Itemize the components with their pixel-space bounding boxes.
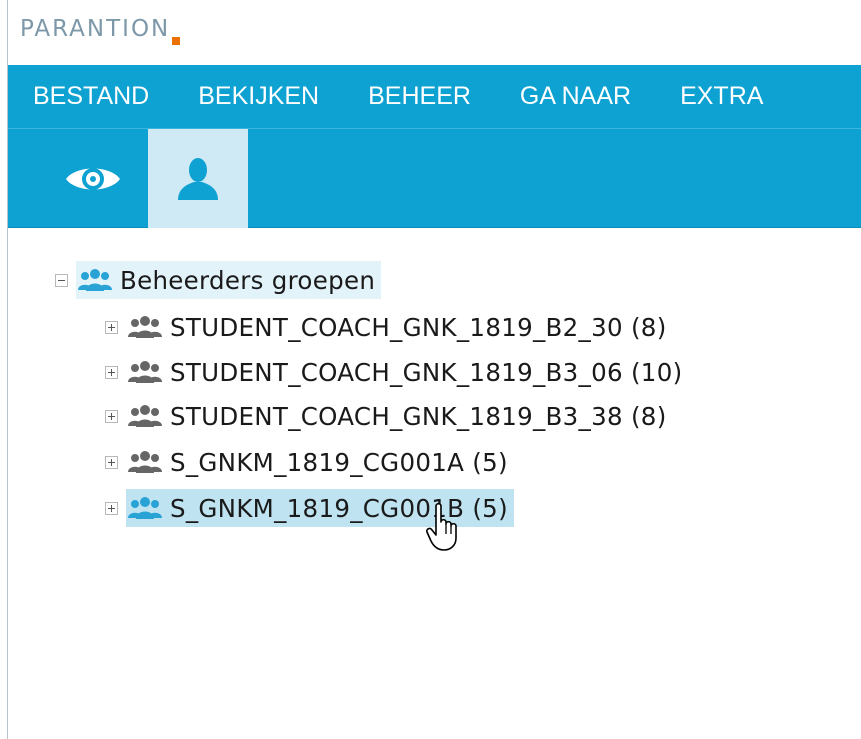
menu-item-bestand[interactable]: BESTAND xyxy=(33,82,149,111)
tree-node-label: STUDENT_COACH_GNK_1819_B2_30 (8) xyxy=(170,312,667,342)
group-icon xyxy=(128,497,162,519)
logo-text: PARANTION xyxy=(20,16,171,42)
tree-node-label-wrap[interactable]: S_GNKM_1819_CG001A (5) xyxy=(126,443,514,481)
menu-item-bekijken[interactable]: BEKIJKEN xyxy=(198,82,319,111)
tree-view: Beheerders groepen STUDENT_COACH_GNK_181… xyxy=(8,228,861,739)
menu-item-beheer[interactable]: BEHEER xyxy=(368,82,471,111)
tree-node[interactable]: S_GNKM_1819_CG001A (5) xyxy=(105,443,514,481)
expand-toggle[interactable] xyxy=(105,320,118,334)
group-icon xyxy=(78,269,112,291)
group-icon xyxy=(128,316,162,338)
tree-node-label: S_GNKM_1819_CG001A (5) xyxy=(170,447,508,477)
group-icon xyxy=(128,405,162,427)
toolbar xyxy=(8,129,861,228)
expand-toggle[interactable] xyxy=(105,501,118,515)
user-icon xyxy=(178,157,218,200)
hand-cursor-icon xyxy=(426,502,457,551)
logo-bar: PARANTION xyxy=(8,0,861,65)
tree-root-node[interactable]: Beheerders groepen xyxy=(55,261,382,299)
expand-toggle[interactable] xyxy=(105,409,118,423)
tree-node-label: STUDENT_COACH_GNK_1819_B3_06 (10) xyxy=(170,357,683,387)
tree-node-label: STUDENT_COACH_GNK_1819_B3_38 (8) xyxy=(170,401,667,431)
app-window: PARANTION BESTAND BEKIJKEN BEHEER GA NAA… xyxy=(7,0,861,739)
tree-node[interactable]: STUDENT_COACH_GNK_1819_B3_38 (8) xyxy=(105,397,673,435)
tree-node[interactable]: STUDENT_COACH_GNK_1819_B2_30 (8) xyxy=(105,308,673,346)
group-icon xyxy=(128,451,162,473)
logo: PARANTION xyxy=(20,16,170,42)
expand-toggle[interactable] xyxy=(105,365,118,379)
tree-node-label-wrap[interactable]: STUDENT_COACH_GNK_1819_B3_06 (10) xyxy=(126,353,688,391)
tree-node-label-wrap[interactable]: STUDENT_COACH_GNK_1819_B3_38 (8) xyxy=(126,397,673,435)
menu-item-ga-naar[interactable]: GA NAAR xyxy=(520,82,631,111)
tree-node-label-wrap[interactable]: STUDENT_COACH_GNK_1819_B2_30 (8) xyxy=(126,308,673,346)
logo-accent-dot xyxy=(172,37,180,45)
collapse-toggle[interactable] xyxy=(55,273,68,287)
tree-root-label: Beheerders groepen xyxy=(120,265,376,295)
group-icon xyxy=(128,361,162,383)
view-button[interactable] xyxy=(38,129,148,228)
user-button[interactable] xyxy=(148,129,248,228)
menu-item-extra[interactable]: EXTRA xyxy=(680,82,763,111)
expand-toggle[interactable] xyxy=(105,455,118,469)
tree-node[interactable]: STUDENT_COACH_GNK_1819_B3_06 (10) xyxy=(105,353,688,391)
tree-root-label-wrap[interactable]: Beheerders groepen xyxy=(76,261,382,299)
menu-bar: BESTAND BEKIJKEN BEHEER GA NAAR EXTRA xyxy=(8,65,861,129)
eye-icon xyxy=(66,167,120,190)
